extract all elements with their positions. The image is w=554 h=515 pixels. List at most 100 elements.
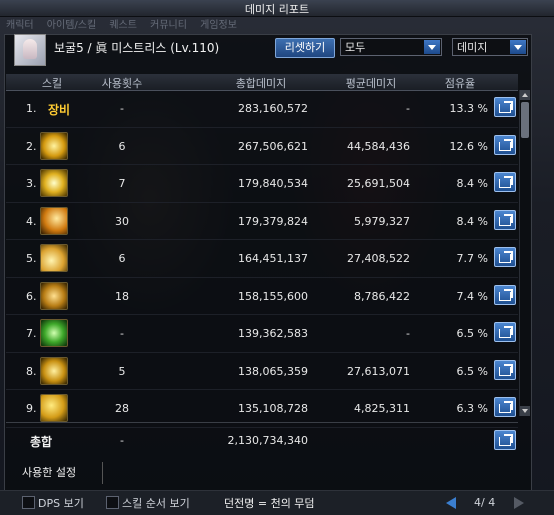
dps-checkbox[interactable]: [22, 496, 35, 509]
next-page-icon[interactable]: [514, 497, 524, 509]
row-share: 12.6 %: [449, 139, 488, 153]
table-scrollbar[interactable]: [519, 90, 530, 416]
totals-row: 총합 - 2,130,734,340: [6, 422, 518, 459]
row-share: 6.5 %: [456, 327, 488, 340]
totals-uses: -: [120, 434, 124, 447]
row-uses: 7: [118, 177, 126, 190]
table-row: 8. 5 138,065,359 27,613,071 6.5 %: [6, 353, 518, 390]
export-icon[interactable]: [494, 284, 516, 305]
row-average-damage: -: [406, 327, 410, 340]
export-icon[interactable]: [494, 430, 516, 450]
header-share[interactable]: 점유율: [430, 75, 490, 91]
row-share: 7.7 %: [456, 252, 488, 265]
totals-damage: 2,130,734,340: [227, 434, 308, 447]
bg-tab: 게임정보: [200, 20, 237, 31]
page-indicator: 4/ 4: [474, 496, 496, 509]
row-share: 8.4 %: [456, 177, 488, 190]
row-skill-name: 장비: [48, 103, 71, 117]
character-avatar: [14, 34, 46, 66]
row-average-damage: 25,691,504: [347, 177, 410, 190]
row-rank: 8.: [26, 364, 37, 378]
bg-tab: 캐릭터: [6, 20, 34, 31]
bottom-bar: DPS 보기 스킬 순서 보기 던전명 = 천의 무덤 4/ 4: [0, 490, 554, 515]
header-uses[interactable]: 사용횟수: [84, 75, 160, 91]
row-rank: 9.: [26, 402, 37, 415]
row-average-damage: 27,613,071: [347, 364, 410, 378]
row-rank: 6.: [26, 289, 37, 303]
row-total-damage: 283,160,572: [238, 102, 308, 115]
scroll-down-icon[interactable]: [520, 406, 530, 416]
export-icon[interactable]: [494, 134, 516, 155]
row-rank: 5.: [26, 252, 37, 265]
header-average-damage[interactable]: 평균데미지: [326, 75, 416, 91]
skill-order-label[interactable]: 스킬 순서 보기: [122, 495, 190, 511]
table-row: 7. - 139,362,583 - 6.5 %: [6, 315, 518, 353]
row-total-damage: 138,065,359: [238, 364, 308, 378]
header-total-damage[interactable]: 총합데미지: [216, 75, 306, 91]
reset-button[interactable]: 리셋하기: [275, 38, 335, 58]
bg-tab: 아이템/스킬: [46, 20, 97, 31]
export-icon[interactable]: [494, 359, 516, 380]
row-rank: 4.: [26, 214, 37, 228]
export-icon[interactable]: [494, 397, 516, 417]
row-total-damage: 267,506,621: [238, 139, 308, 153]
chevron-down-icon[interactable]: [424, 40, 440, 54]
background-menu-tabs: 캐릭터 아이템/스킬 퀘스트 커뮤니티 게임정보: [6, 16, 247, 31]
header-skill[interactable]: 스킬: [32, 75, 72, 91]
filter-select-value: 모두: [345, 41, 366, 54]
row-average-damage: 27,408,522: [347, 252, 410, 265]
skill-icon[interactable]: [40, 169, 68, 197]
row-rank: 2.: [26, 139, 37, 153]
table-row: 4. 30 179,379,824 5,979,327 8.4 %: [6, 203, 518, 240]
window-title: 데미지 리포트: [244, 3, 310, 16]
skill-icon[interactable]: [40, 281, 68, 310]
skill-icon[interactable]: [40, 394, 68, 422]
table-row: 3. 7 179,840,534 25,691,504 8.4 %: [6, 165, 518, 203]
row-total-damage: 164,451,137: [238, 252, 308, 265]
metric-select[interactable]: 데미지: [452, 38, 528, 56]
row-total-damage: 135,108,728: [238, 402, 308, 415]
table-row: 2. 6 267,506,621 44,584,436 12.6 %: [6, 128, 518, 165]
row-total-damage: 179,379,824: [238, 214, 308, 228]
skill-icon[interactable]: [40, 206, 68, 235]
scroll-up-icon[interactable]: [520, 90, 530, 100]
row-share: 8.4 %: [456, 214, 488, 228]
dungeon-name: 던전명 = 천의 무덤: [224, 497, 315, 510]
filter-select[interactable]: 모두: [340, 38, 442, 56]
row-total-damage: 139,362,583: [238, 327, 308, 340]
prev-page-icon[interactable]: [446, 497, 456, 509]
window-titlebar[interactable]: 데미지 리포트: [0, 0, 554, 17]
skill-icon[interactable]: [40, 356, 68, 385]
export-icon[interactable]: [494, 322, 516, 342]
row-share: 6.5 %: [456, 364, 488, 378]
row-rank: 3.: [26, 177, 37, 190]
row-rank: 1.: [26, 102, 37, 115]
export-icon[interactable]: [494, 247, 516, 267]
skill-icon[interactable]: [40, 319, 68, 347]
row-average-damage: 4,825,311: [354, 402, 410, 415]
skill-icon[interactable]: [40, 131, 68, 160]
used-settings-tab[interactable]: 사용한 설정: [22, 462, 103, 484]
metric-select-value: 데미지: [457, 41, 488, 54]
table-row: 1. 장비 - 283,160,572 - 13.3 %: [6, 90, 518, 128]
row-uses: -: [120, 102, 124, 115]
row-average-damage: -: [406, 102, 410, 115]
dps-label[interactable]: DPS 보기: [38, 495, 84, 511]
row-uses: 6: [118, 139, 126, 153]
skill-order-checkbox[interactable]: [106, 496, 119, 509]
export-icon[interactable]: [494, 209, 516, 230]
chevron-down-icon[interactable]: [510, 40, 526, 54]
export-icon[interactable]: [494, 97, 516, 117]
bg-tab: 퀘스트: [109, 20, 137, 31]
export-icon[interactable]: [494, 172, 516, 192]
scroll-thumb[interactable]: [521, 102, 529, 138]
damage-table-body: 1. 장비 - 283,160,572 - 13.3 % 2. 6 267,50…: [6, 90, 518, 428]
table-header: 스킬 사용횟수 총합데미지 평균데미지 점유율: [6, 74, 518, 91]
bg-tab: 커뮤니티: [150, 20, 187, 31]
row-uses: 18: [115, 289, 129, 303]
skill-icon[interactable]: [40, 244, 68, 272]
row-uses: 28: [115, 402, 129, 415]
row-average-damage: 8,786,422: [354, 289, 410, 303]
row-total-damage: 179,840,534: [238, 177, 308, 190]
row-uses: 6: [118, 252, 126, 265]
